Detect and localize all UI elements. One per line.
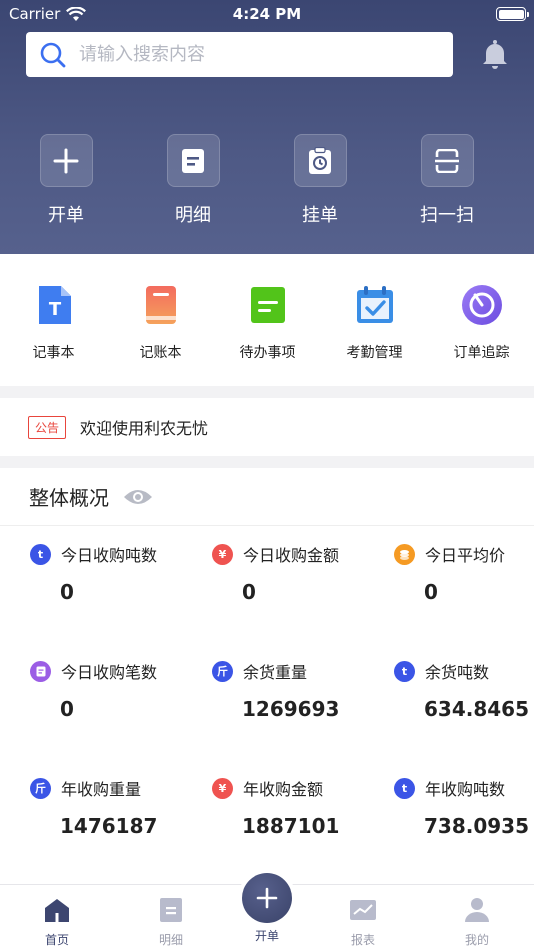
- tool-label: 待办事项: [239, 345, 296, 361]
- document-icon: [166, 134, 220, 187]
- quick-action-scan[interactable]: 扫一扫: [397, 134, 497, 227]
- stat-today-amount: ¥ 今日收购金额 0: [212, 542, 390, 604]
- overview-panel: 整体概况 t 今日收购吨数 0 ¥ 今日收购金额 0 今日平均价 0 今日收购笔…: [0, 468, 534, 884]
- ton-icon: t: [30, 543, 51, 565]
- overview-title: 整体概况: [29, 486, 109, 510]
- stat-name: 余货吨数: [425, 663, 490, 682]
- stat-today-tons: t 今日收购吨数 0: [30, 542, 208, 604]
- search-bar[interactable]: [26, 32, 453, 77]
- tool-attendance[interactable]: 考勤管理: [321, 284, 428, 362]
- quick-action-new-order[interactable]: 开单: [16, 134, 116, 227]
- battery-icon: [496, 7, 529, 21]
- plus-icon: [256, 887, 278, 909]
- stat-year-amount: ¥ 年收购金额 1887101: [212, 776, 390, 838]
- tool-todo[interactable]: 待办事项: [214, 284, 321, 362]
- tool-label: 记事本: [32, 345, 75, 361]
- ton-icon: t: [394, 777, 415, 799]
- tab-label: 我的: [464, 933, 489, 947]
- stat-value: 1476187: [60, 814, 158, 838]
- tool-ledger[interactable]: 记账本: [107, 284, 214, 362]
- yuan-icon: ¥: [212, 543, 233, 565]
- stat-value: 0: [60, 580, 74, 604]
- stat-name: 年收购重量: [61, 780, 142, 799]
- tab-label: 明细: [158, 933, 183, 947]
- overview-header: 整体概况: [0, 468, 534, 526]
- quick-action-pending[interactable]: 挂单: [270, 134, 370, 227]
- tab-reports[interactable]: 报表: [323, 897, 403, 948]
- jin-icon: 斤: [30, 777, 51, 799]
- document-icon: [30, 660, 51, 682]
- stat-name: 今日收购金额: [243, 546, 340, 565]
- stat-name: 今日平均价: [425, 546, 506, 565]
- tool-label: 考勤管理: [346, 345, 403, 361]
- tool-order-tracking[interactable]: 订单追踪: [428, 284, 534, 362]
- stat-stock-tons: t 余货吨数 634.8465: [394, 659, 534, 721]
- todo-icon: [250, 287, 285, 323]
- quick-action-label: 明细: [175, 205, 211, 226]
- tab-home[interactable]: 首页: [17, 897, 97, 948]
- stat-value: 634.8465: [424, 697, 530, 721]
- stat-value: 1269693: [242, 697, 340, 721]
- calendar-check-icon: [356, 286, 393, 323]
- notepad-icon: T: [38, 286, 71, 324]
- eye-icon[interactable]: [123, 487, 153, 507]
- document-icon: [160, 898, 182, 922]
- stat-today-avg-price: 今日平均价 0: [394, 542, 534, 604]
- tab-label: 首页: [44, 933, 69, 947]
- announcement-bar[interactable]: 公告 欢迎使用利农无忧: [0, 398, 534, 456]
- svg-text:T: T: [48, 299, 61, 320]
- quick-action-details[interactable]: 明细: [143, 134, 243, 227]
- stat-value: 0: [60, 697, 74, 721]
- clock: 4:24 PM: [232, 5, 302, 23]
- chart-icon: [350, 900, 376, 920]
- tools-grid: T 记事本 记账本 待办事项 考勤管理 订单追踪: [0, 254, 534, 386]
- plus-icon: [39, 134, 93, 187]
- quick-action-label: 扫一扫: [420, 205, 474, 226]
- stat-stock-weight: 斤 余货重量 1269693: [212, 659, 390, 721]
- tab-profile[interactable]: 我的: [437, 897, 517, 948]
- stat-year-tons: t 年收购吨数 738.0935: [394, 776, 534, 838]
- header: Carrier 4:24 PM 开单 明细: [0, 0, 534, 254]
- jin-icon: 斤: [212, 660, 233, 682]
- search-input[interactable]: [79, 44, 419, 65]
- tool-notepad[interactable]: T 记事本: [0, 284, 107, 362]
- search-icon: [40, 42, 66, 67]
- tab-details[interactable]: 明细: [131, 897, 211, 948]
- ledger-icon: [145, 286, 176, 324]
- yuan-icon: ¥: [212, 777, 233, 799]
- announcement-tag: 公告: [28, 415, 67, 439]
- stat-name: 今日收购吨数: [61, 546, 158, 565]
- tab-label: 报表: [350, 933, 375, 947]
- stat-value: 0: [424, 580, 438, 604]
- clipboard-clock-icon: [293, 134, 347, 187]
- ton-icon: t: [394, 660, 415, 682]
- bell-icon[interactable]: [481, 39, 509, 69]
- stat-today-count: 今日收购笔数 0: [30, 659, 208, 721]
- new-order-fab[interactable]: [242, 873, 292, 923]
- stat-name: 余货重量: [243, 663, 308, 682]
- coins-icon: [394, 543, 415, 565]
- scan-icon: [420, 134, 474, 187]
- stat-value: 1887101: [242, 814, 340, 838]
- stat-value: 0: [242, 580, 256, 604]
- stat-value: 738.0935: [424, 814, 530, 838]
- tracking-icon: [461, 285, 502, 325]
- stat-name: 年收购金额: [243, 780, 324, 799]
- stat-year-weight: 斤 年收购重量 1476187: [30, 776, 208, 838]
- stat-name: 年收购吨数: [425, 780, 506, 799]
- tab-label: 开单: [254, 929, 279, 943]
- quick-action-label: 挂单: [302, 205, 338, 226]
- stat-name: 今日收购笔数: [61, 663, 158, 682]
- announcement-text: 欢迎使用利农无忧: [80, 419, 209, 438]
- status-bar: Carrier 4:24 PM: [0, 0, 534, 28]
- user-icon: [465, 898, 489, 922]
- tool-label: 订单追踪: [453, 345, 510, 361]
- tool-label: 记账本: [139, 345, 182, 361]
- home-icon: [45, 899, 69, 922]
- quick-action-label: 开单: [48, 205, 84, 226]
